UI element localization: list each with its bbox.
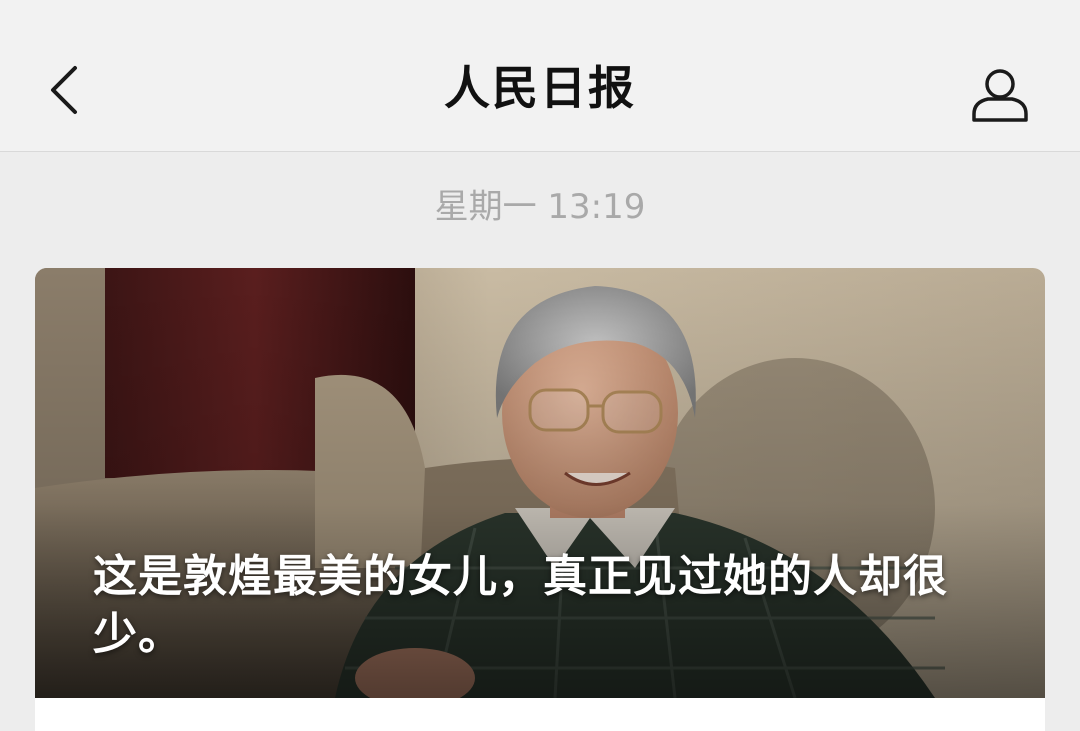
nav-bar: 人民日报 bbox=[0, 0, 1080, 152]
screen: 人民日报 星期一 13:19 这是敦煌最美的女儿，真正见过她的人却很少。 bbox=[0, 0, 1080, 731]
message-timestamp: 星期一 13:19 bbox=[434, 187, 646, 227]
profile-button[interactable] bbox=[960, 54, 1040, 134]
page-title: 人民日报 bbox=[444, 61, 636, 115]
article-cover-title: 这是敦煌最美的女儿，真正见过她的人却很少。 bbox=[93, 551, 948, 660]
person-icon bbox=[972, 69, 1028, 122]
article-card[interactable]: 这是敦煌最美的女儿，真正见过她的人却很少。 bbox=[35, 268, 1045, 731]
